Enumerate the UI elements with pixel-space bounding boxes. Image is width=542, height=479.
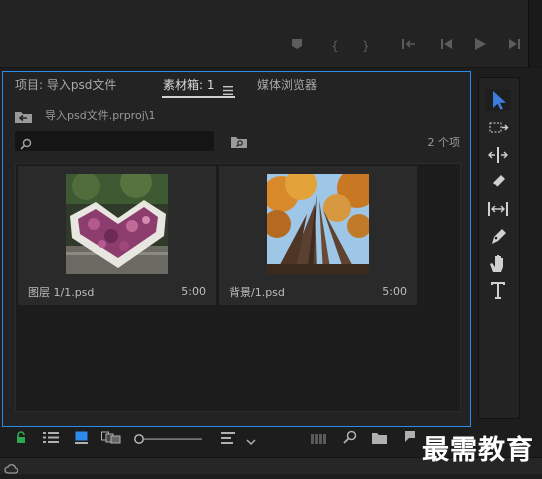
- pen-tool-icon[interactable]: [485, 225, 511, 247]
- tab-media-browser[interactable]: 媒体浏览器: [257, 78, 317, 92]
- folder-up-icon[interactable]: [15, 108, 32, 127]
- clip-duration: 5:00: [382, 285, 407, 298]
- search-input[interactable]: [37, 133, 211, 150]
- selection-tool-icon[interactable]: [485, 89, 511, 111]
- bin-panel: 项目: 导入psd文件 素材箱: 1 媒体浏览器 导入psd文件.prproj\…: [2, 71, 471, 427]
- bin-toolbar: [0, 422, 475, 452]
- search-icon: [20, 135, 32, 154]
- mark-in-icon[interactable]: {: [325, 37, 345, 55]
- tab-project[interactable]: 项目: 导入psd文件: [15, 78, 116, 92]
- razor-tool-icon[interactable]: [485, 171, 511, 193]
- hand-tool-icon[interactable]: [485, 252, 511, 274]
- clip-grid: 图层 1/1.psd 5:00 背景/1.psd 5:00: [15, 163, 461, 412]
- clip-card[interactable]: 背景/1.psd 5:00: [219, 166, 417, 305]
- zoom-slider[interactable]: [133, 430, 205, 446]
- clip-card[interactable]: 图层 1/1.psd 5:00: [18, 166, 216, 305]
- bin-path: 导入psd文件.prproj\1: [45, 109, 156, 122]
- mark-out-icon[interactable]: }: [356, 37, 376, 55]
- panel-tabs: 项目: 导入psd文件 素材箱: 1 媒体浏览器: [3, 72, 470, 100]
- item-count: 2 个项: [427, 136, 461, 149]
- creative-cloud-icon[interactable]: [4, 460, 19, 479]
- new-bin-icon[interactable]: [372, 429, 387, 445]
- lock-icon[interactable]: [16, 429, 26, 445]
- watermark: 最需教育: [422, 435, 534, 466]
- clip-thumbnail: [267, 174, 369, 274]
- automate-to-sequence-icon[interactable]: [311, 429, 327, 445]
- clip-name: 图层 1/1.psd: [28, 286, 95, 299]
- tools-panel: [478, 77, 520, 419]
- step-back-icon[interactable]: [436, 37, 458, 55]
- breadcrumb: 导入psd文件.prproj\1: [3, 104, 470, 126]
- active-tab-indicator: [162, 96, 235, 98]
- play-icon[interactable]: [469, 37, 491, 55]
- clip-thumbnail: [66, 174, 168, 274]
- slip-tool-icon[interactable]: [485, 198, 511, 220]
- sort-icon[interactable]: [221, 429, 235, 445]
- tab-bin[interactable]: 素材箱: 1: [163, 78, 215, 92]
- ripple-edit-tool-icon[interactable]: [485, 144, 511, 166]
- program-monitor: { }: [0, 0, 542, 68]
- track-select-tool-icon[interactable]: [485, 117, 511, 139]
- type-tool-icon[interactable]: [485, 279, 511, 301]
- find-icon[interactable]: [231, 133, 247, 152]
- step-forward-icon[interactable]: [503, 37, 525, 55]
- go-to-in-icon[interactable]: [398, 37, 420, 55]
- list-view-icon[interactable]: [43, 429, 59, 445]
- monitor-side-panel: [528, 0, 542, 67]
- chevron-down-icon[interactable]: [246, 431, 256, 447]
- new-item-icon[interactable]: [405, 429, 419, 445]
- icon-view-icon[interactable]: [75, 429, 88, 445]
- search-field[interactable]: [15, 131, 214, 151]
- clip-name: 背景/1.psd: [229, 286, 285, 299]
- add-marker-icon[interactable]: [287, 37, 307, 55]
- freeform-view-icon[interactable]: [101, 429, 121, 445]
- clip-duration: 5:00: [181, 285, 206, 298]
- find-icon[interactable]: [343, 429, 357, 445]
